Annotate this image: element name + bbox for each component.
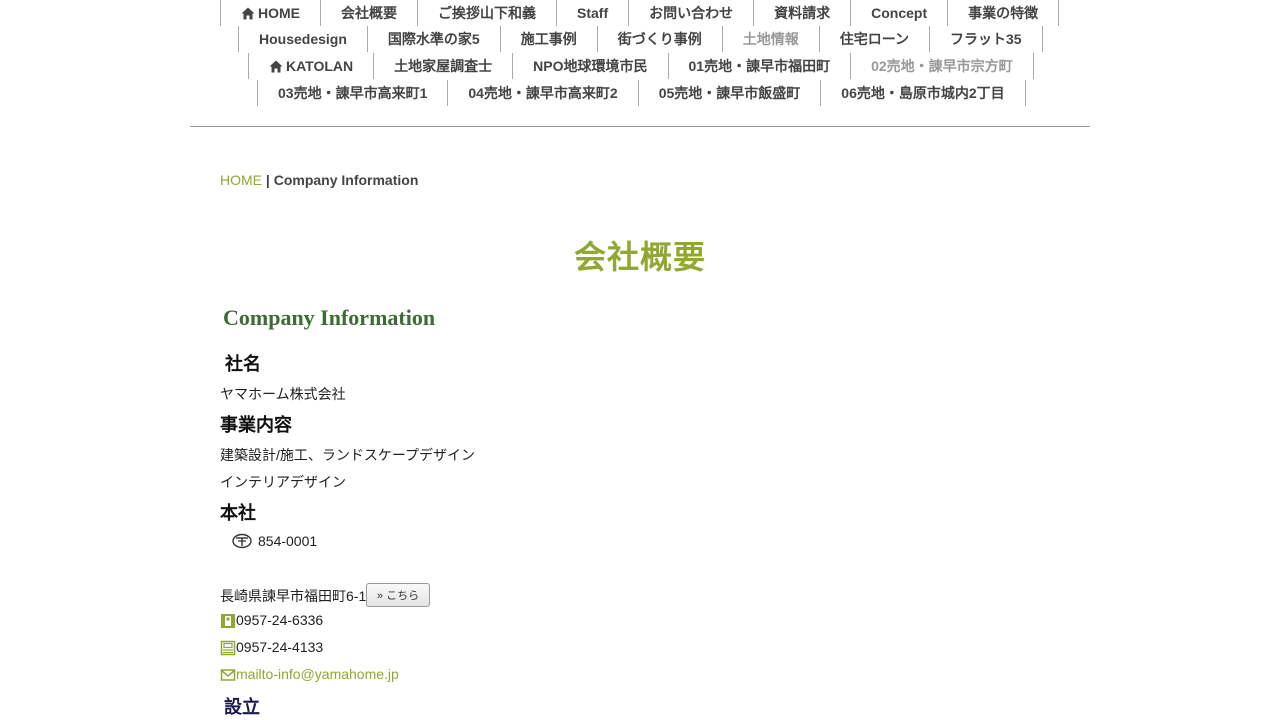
nav-item[interactable]: 会社概要 [321,0,418,26]
nav-item[interactable]: 事業の特徴 [948,0,1060,26]
nav-item-label: 街づくり事例 [617,31,702,47]
nav-item-label: フラット35 [950,31,1022,47]
fax-icon [220,640,236,656]
nav-item-label: 土地情報 [742,31,799,47]
postal-code: 854-0001 [258,533,318,549]
address-text: 長崎県諫早市福田町6-1 [220,588,367,604]
business-label: 事業内容 [220,415,292,435]
nav-item-label: 06売地・島原市城内2丁目 [841,85,1005,101]
nav-item-label: 資料請求 [774,5,831,21]
company-name-label: 社名 [225,354,261,374]
nav-item[interactable]: 01売地・諌早市福田町 [669,53,852,79]
nav-item-label: 01売地・諌早市福田町 [688,58,831,74]
nav-item-label: 02売地・諌早市宗方町 [871,58,1013,74]
nav-item[interactable]: 土地情報 [723,26,820,52]
established-label: 設立 [224,697,260,717]
nav-item[interactable]: KATOLAN [248,53,375,79]
nav-item-label: 住宅ローン [839,31,910,47]
section-heading: Company Information [223,305,436,330]
nav-item[interactable]: Housedesign [238,26,368,52]
nav-item-label: Housedesign [259,31,347,47]
phone-number: 0957-24-6336 [236,612,324,628]
nav-item-label: 会社概要 [341,5,397,21]
nav-item-label: 事業の特徴 [968,5,1039,21]
nav-item-label: お問い合わせ [649,5,734,21]
nav-row-4: 03売地・諌早市高来町1 04売地・諌早市高来町2 05売地・諌早市飯盛町 06売地・… [257,80,1026,106]
home-icon [269,60,283,73]
nav-item-label: 04売地・諌早市高来町2 [468,85,618,101]
phone-icon [220,613,236,629]
nav-item-label: 国際水準の家5 [387,31,480,47]
nav-item-label: Staff [577,5,609,21]
breadcrumb-current: Company Information [273,172,419,188]
nav-item-label: 施工事例 [520,31,577,47]
nav-item[interactable]: 05売地・諌早市飯盛町 [639,80,822,106]
nav-item-label: 03売地・諌早市高来町1 [278,85,428,101]
nav-item[interactable]: Staff [557,0,630,26]
nav-item-label: 05売地・諌早市飯盛町 [658,85,801,101]
nav-item[interactable]: 施工事例 [501,26,598,52]
breadcrumb-home-link[interactable]: HOME [220,172,262,188]
nav-item[interactable]: 04売地・諌早市高来町2 [448,80,639,106]
nav-item[interactable]: 街づくり事例 [598,26,723,52]
nav-row-3: KATOLAN 土地家屋調査士 NPO地球環境市民 01売地・諌早市福田町 02売地・諌… [248,53,1034,79]
nav-item[interactable]: 06売地・島原市城内2丁目 [821,80,1026,106]
nav-item[interactable]: 03売地・諌早市高来町1 [257,80,449,106]
nav-item[interactable]: 国際水準の家5 [368,26,501,52]
nav-item-label: Concept [871,5,928,21]
nav-item[interactable]: フラット35 [930,26,1043,52]
company-name-value: ヤマホーム株式会社 [220,386,346,402]
nav-item[interactable]: ご挨拶山下和義 [418,0,557,26]
nav-item[interactable]: 住宅ローン [820,26,931,52]
global-navigation: HOME 会社概要 ご挨拶山下和義 Staff お問い合わせ 資料請求 Concept 事業の… [190,0,1090,127]
nav-item[interactable]: Concept [851,0,949,26]
map-button[interactable]: » こちら [366,583,430,607]
headquarters-label: 本社 [220,503,256,523]
email-link[interactable]: mailto-info@yamahome.jp [236,666,399,682]
nav-item[interactable]: HOME [220,0,321,26]
business-line-1: 建築設計/施工、ランドスケープデザイン [220,447,476,463]
fax-number: 0957-24-4133 [236,639,324,655]
postal-mark-icon [232,533,252,549]
nav-item[interactable]: 資料請求 [754,0,852,26]
breadcrumb: HOME | Company Information [220,172,418,188]
nav-item-label: 土地家屋調査士 [394,58,493,74]
nav-item-label: ご挨拶山下和義 [438,5,536,21]
nav-item[interactable]: 02売地・諌早市宗方町 [851,53,1034,79]
breadcrumb-separator: | [265,172,270,188]
page-title: 会社概要 [573,239,706,275]
nav-row-1: HOME 会社概要 ご挨拶山下和義 Staff お問い合わせ 資料請求 Concept 事業の… [220,0,1060,26]
nav-item-label: HOME [258,5,300,21]
nav-row-2: Housedesign 国際水準の家5 施工事例 街づくり事例 土地情報 住宅ローン フラッ… [238,26,1043,52]
nav-item[interactable]: NPO地球環境市民 [513,53,669,79]
nav-item[interactable]: お問い合わせ [629,0,755,26]
home-icon [241,7,255,20]
business-line-2: インテリアデザイン [220,474,346,490]
nav-item-label: NPO地球環境市民 [533,58,648,74]
nav-item-label: KATOLAN [286,58,354,74]
nav-item[interactable]: 土地家屋調査士 [374,53,514,79]
mail-icon [220,667,236,683]
